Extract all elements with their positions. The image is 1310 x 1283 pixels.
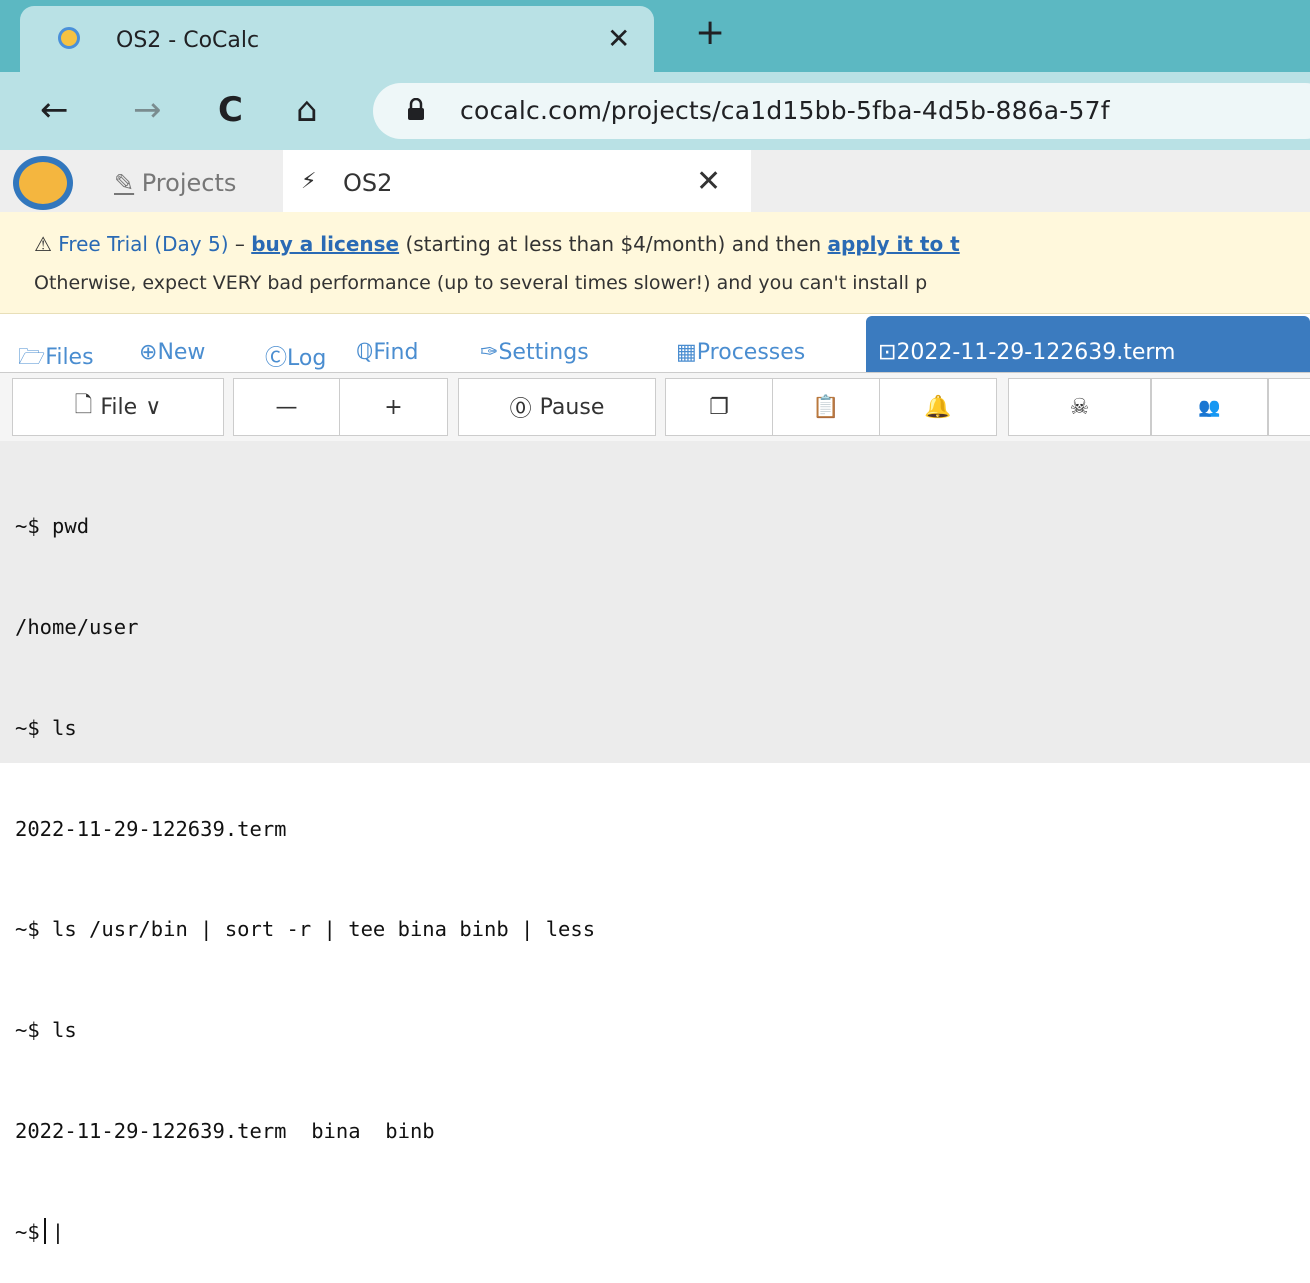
terminal-output: ~$ pwd /home/user ~$ ls 2022-11-29-12263… xyxy=(15,443,595,1283)
terminal-trailing: | xyxy=(51,1219,65,1244)
terminal-line: ~$ ls xyxy=(15,1018,77,1043)
cocalc-logo-icon[interactable] xyxy=(13,156,73,210)
chip-icon: ▦ xyxy=(676,340,697,365)
bell-button[interactable]: 🔔 xyxy=(879,378,997,436)
toolbar-overflow-button[interactable] xyxy=(1268,378,1310,436)
reload-icon[interactable]: C xyxy=(218,90,243,130)
trial-banner xyxy=(0,212,1310,314)
new-tab-button[interactable]: + xyxy=(695,12,725,53)
back-icon[interactable]: ← xyxy=(40,90,69,130)
pencil-icon: ✎ xyxy=(114,169,135,197)
terminal-icon: ⊡ xyxy=(878,340,897,365)
apply-license-link[interactable]: apply it to t xyxy=(828,232,960,256)
nav-new[interactable]: ⊕New xyxy=(139,340,205,365)
paste-icon: 📋 xyxy=(812,394,840,420)
nav-find[interactable]: ℚFind xyxy=(356,340,418,365)
users-remove-icon: 👥 xyxy=(1198,396,1221,418)
cocalc-favicon-icon xyxy=(58,27,80,49)
terminal-line: 2022-11-29-122639.term xyxy=(15,816,287,841)
increase-font-button[interactable]: + xyxy=(339,378,448,436)
projects-tab[interactable]: ✎ Projects xyxy=(114,169,236,197)
terminal-line: ~$ ls xyxy=(15,715,77,740)
projects-tab-label: Projects xyxy=(141,169,237,197)
nav-processes[interactable]: ▦Processes xyxy=(676,340,805,365)
pause-icon: ⓪ xyxy=(509,397,532,422)
lock-icon xyxy=(408,98,424,120)
terminal-cursor xyxy=(43,1217,46,1244)
chevron-down-icon: ∨ xyxy=(145,394,162,420)
pause-button[interactable]: ⓪ Pause xyxy=(458,378,656,436)
terminal-line: ~$ ls /usr/bin | sort -r | tee bina binb… xyxy=(15,917,596,942)
wrench-icon: ✑ xyxy=(480,340,499,365)
terminal-prompt-line: ~$ | xyxy=(15,1216,595,1250)
project-tab-os2[interactable]: ⚡ OS2 ✕ xyxy=(283,150,751,212)
search-icon: ℚ xyxy=(356,340,374,365)
nav-log[interactable]: ⒸLog xyxy=(265,340,326,372)
terminal-prompt: ~$ xyxy=(15,1219,40,1244)
plus-circle-icon: ⊕ xyxy=(139,340,158,365)
url-text[interactable]: cocalc.com/projects/ca1d15bb-5fba-4d5b-8… xyxy=(460,96,1110,125)
browser-tab[interactable]: OS2 - CoCalc ✕ xyxy=(20,6,654,72)
project-tab-label: OS2 xyxy=(343,169,393,197)
nav-settings[interactable]: ✑Settings xyxy=(480,340,589,365)
decrease-font-button[interactable]: — xyxy=(233,378,340,436)
file-menu-button[interactable]: 🗋 File ∨ xyxy=(12,378,224,436)
terminal-line: ~$ pwd xyxy=(15,514,90,539)
warning-icon: ⚠ xyxy=(34,232,52,256)
close-tab-icon[interactable]: ✕ xyxy=(607,22,630,55)
copy-icon: ❐ xyxy=(709,394,729,420)
terminal-file-tab[interactable]: ⊡2022-11-29-122639.term xyxy=(866,316,1310,372)
skull-icon: ☠ xyxy=(1069,394,1090,420)
forward-icon[interactable]: → xyxy=(133,90,162,130)
terminal-line: /home/user xyxy=(15,614,139,639)
remove-users-button[interactable]: 👥 xyxy=(1151,378,1268,436)
running-icon: ⚡ xyxy=(301,169,317,194)
trial-text: Free Trial (Day 5) xyxy=(58,232,229,256)
banner-line-1: ⚠ Free Trial (Day 5) – buy a license (st… xyxy=(34,232,960,256)
kill-button[interactable]: ☠ xyxy=(1008,378,1151,436)
folder-icon: 🗁 xyxy=(18,345,46,370)
bell-icon: 🔔 xyxy=(924,394,952,420)
browser-tab-title: OS2 - CoCalc xyxy=(116,28,260,53)
close-project-tab-icon[interactable]: ✕ xyxy=(696,164,721,199)
paste-button[interactable]: 📋 xyxy=(772,378,880,436)
banner-line-2: Otherwise, expect VERY bad performance (… xyxy=(34,272,928,294)
history-icon: Ⓒ xyxy=(265,346,288,371)
file-icon: 🗋 xyxy=(74,393,93,418)
copy-button[interactable]: ❐ xyxy=(665,378,773,436)
home-icon[interactable]: ⌂ xyxy=(296,90,318,130)
buy-license-link[interactable]: buy a license xyxy=(251,232,399,256)
terminal-line: 2022-11-29-122639.term bina binb xyxy=(15,1118,435,1143)
